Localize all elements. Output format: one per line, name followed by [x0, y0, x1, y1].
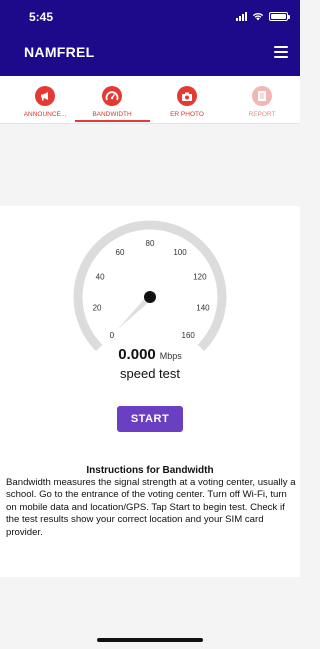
wifi-icon	[252, 13, 264, 21]
gauge-tick-label: 100	[173, 248, 187, 257]
gauge-tick-label: 140	[196, 304, 210, 313]
tab-bandwidth[interactable]: BANDWIDTH	[77, 86, 147, 124]
tab-bar: ANNOUNCE... BANDWIDTH ER PHOTO REPORT	[0, 76, 300, 124]
gauge-tick-label: 80	[146, 239, 155, 248]
camera-icon	[177, 86, 197, 106]
tab-label: ER PHOTO	[170, 111, 204, 118]
home-indicator[interactable]	[97, 638, 203, 642]
gauge-tick-label: 20	[93, 304, 102, 313]
megaphone-icon	[35, 86, 55, 106]
status-time: 5:45	[29, 10, 54, 24]
speed-value: 0.000	[118, 346, 156, 363]
speedometer-icon	[102, 86, 122, 106]
tab-announcements[interactable]: ANNOUNCE...	[10, 86, 80, 124]
instructions-body: Bandwidth measures the signal strength a…	[6, 477, 296, 538]
gauge-hub	[144, 291, 156, 303]
tab-label: BANDWIDTH	[92, 111, 132, 118]
gauge-tick-label: 60	[116, 248, 125, 257]
gauge-tick-label: 120	[193, 272, 207, 281]
start-button[interactable]: START	[117, 406, 183, 432]
speed-test-label: speed test	[120, 366, 180, 381]
bandwidth-card: 0 20 40 60 80 100 120 140 160 0.000 Mbps speed te…	[0, 206, 300, 577]
app-header: 5:45 NAMFREL	[0, 0, 300, 76]
speed-unit: Mbps	[159, 351, 182, 361]
speed-readout: 0.000 Mbps	[0, 346, 300, 364]
menu-icon[interactable]	[274, 46, 288, 58]
status-icons	[236, 11, 290, 21]
tab-er-photo[interactable]: ER PHOTO	[152, 86, 222, 124]
battery-icon	[269, 11, 290, 21]
gauge-tick-label: 40	[96, 272, 105, 281]
tab-report[interactable]: REPORT	[227, 86, 297, 124]
instructions-title: Instructions for Bandwidth	[86, 465, 214, 476]
gauge-tick-label: 160	[182, 331, 196, 340]
gauge-tick-label: 0	[110, 331, 115, 340]
active-tab-indicator	[75, 120, 150, 122]
tab-label: REPORT	[248, 111, 276, 118]
tab-label: ANNOUNCE...	[23, 111, 67, 118]
app-title: NAMFREL	[24, 44, 95, 60]
report-icon	[252, 86, 272, 106]
cell-signal-icon	[236, 11, 247, 21]
